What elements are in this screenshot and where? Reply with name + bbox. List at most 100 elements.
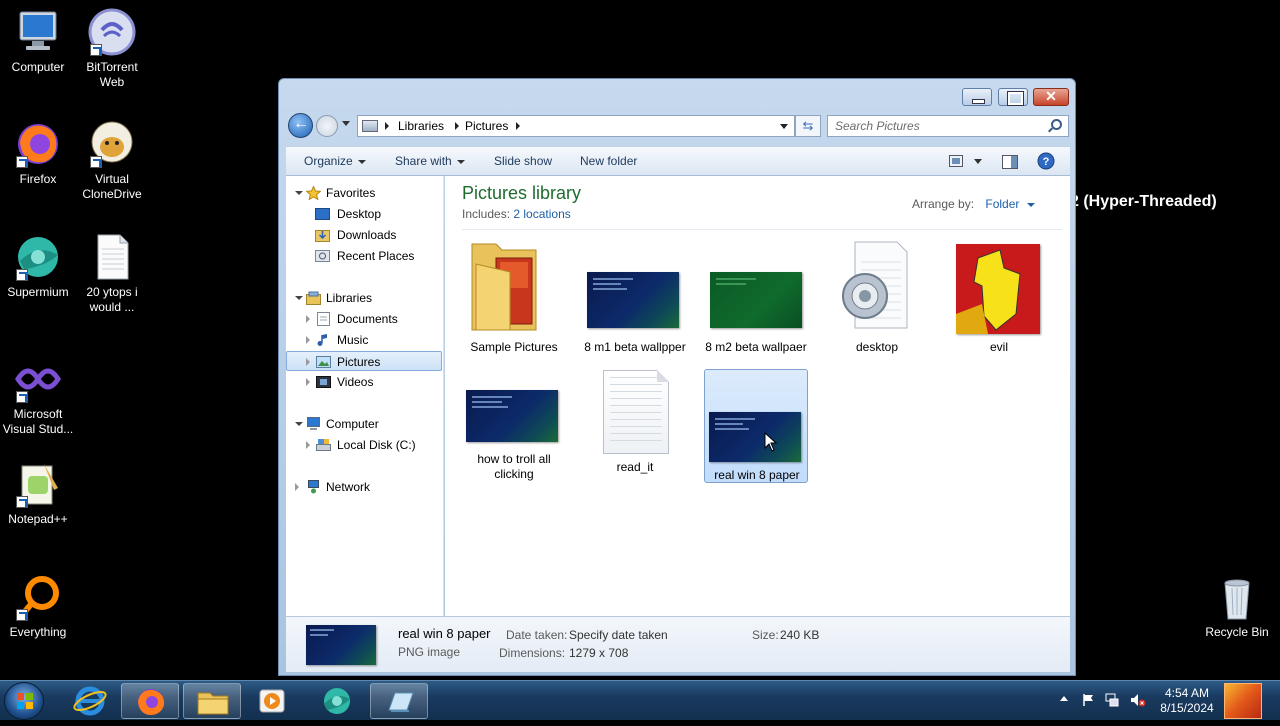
locations-link[interactable]: 2 locations: [513, 207, 570, 221]
shortcut-arrow-icon: [16, 391, 28, 403]
taskbar-firefox[interactable]: [121, 683, 179, 719]
expand-arrow-icon[interactable]: [306, 358, 310, 366]
expand-arrow-icon[interactable]: [295, 296, 303, 300]
more-options-icon[interactable]: [974, 159, 982, 164]
details-size-label: Size:: [752, 628, 779, 642]
taskbar-explorer[interactable]: [183, 683, 241, 719]
desktop-icon-computer[interactable]: Computer: [0, 8, 76, 75]
back-button[interactable]: [288, 113, 313, 138]
overlay-text: 2 (Hyper-Threaded): [1070, 193, 1217, 210]
network-tray-icon[interactable]: [1105, 693, 1119, 707]
desktop-icon-supermium[interactable]: Supermium: [0, 233, 76, 300]
search-box[interactable]: [827, 115, 1069, 137]
wallpaper-thumbnail: [709, 412, 801, 462]
close-button[interactable]: ✕: [1033, 88, 1069, 106]
forward-button[interactable]: [316, 115, 338, 137]
breadcrumb-libraries[interactable]: Libraries: [398, 119, 444, 133]
file-item-sample-pictures[interactable]: Sample Pictures: [462, 236, 566, 354]
show-hidden-icons-button[interactable]: [1060, 696, 1068, 701]
refresh-button[interactable]: ⇆: [795, 115, 821, 137]
change-view-icon[interactable]: [949, 155, 963, 170]
file-item-read-it[interactable]: read_it: [583, 368, 687, 482]
folder-icon: [197, 692, 229, 715]
location-icon: [362, 120, 378, 132]
chevron-down-icon[interactable]: [1026, 202, 1035, 207]
action-center-flag-icon[interactable]: [1082, 693, 1096, 707]
nav-network[interactable]: Network: [286, 477, 442, 497]
nav-music[interactable]: Music: [286, 330, 442, 350]
arrange-by-dropdown[interactable]: Folder: [985, 197, 1019, 211]
shortcut-arrow-icon: [16, 496, 28, 508]
expand-arrow-icon[interactable]: [306, 315, 310, 323]
search-icon[interactable]: [1051, 119, 1062, 130]
file-item-8-m1-beta-wallpper[interactable]: 8 m1 beta wallpper: [583, 236, 687, 354]
desktop-icon-firefox[interactable]: Firefox: [0, 120, 76, 187]
volume-muted-icon[interactable]: [1130, 693, 1146, 707]
file-item-evil[interactable]: evil: [947, 236, 1051, 354]
desktop-icon-notepadpp[interactable]: Notepad++: [0, 460, 76, 527]
start-button[interactable]: [4, 682, 44, 720]
maximize-button[interactable]: [998, 88, 1028, 106]
expand-arrow-icon[interactable]: [306, 378, 310, 386]
desktop-icon-virtual-clonedrive[interactable]: Virtual CloneDrive: [74, 120, 150, 202]
details-thumbnail: [306, 625, 376, 665]
desktop-icon-bittorrent-web[interactable]: BitTorrent Web: [74, 8, 150, 90]
details-dimensions-label: Dimensions:: [499, 646, 566, 660]
address-bar[interactable]: Libraries Pictures: [357, 115, 795, 137]
recent-pages-dropdown[interactable]: [342, 121, 350, 126]
address-dropdown-icon[interactable]: [780, 124, 788, 129]
documents-icon: [316, 312, 331, 326]
taskbar-supermium[interactable]: [307, 683, 365, 719]
chevron-right-icon: [385, 122, 389, 130]
new-folder-button[interactable]: New folder: [580, 154, 637, 168]
help-icon[interactable]: ?: [1037, 152, 1055, 173]
desktop-icon-text-file[interactable]: 20 ytops i would ...: [74, 233, 150, 315]
expand-arrow-icon[interactable]: [295, 483, 299, 491]
taskbar-media-player[interactable]: [243, 683, 301, 719]
organize-button[interactable]: Organize: [304, 154, 366, 168]
expand-arrow-icon[interactable]: [306, 336, 310, 344]
breadcrumb-pictures[interactable]: Pictures: [465, 119, 508, 133]
nav-pictures[interactable]: Pictures: [286, 351, 442, 371]
details-file-type: PNG image: [398, 645, 461, 659]
wallpaper-thumbnail: [587, 272, 679, 328]
nav-documents[interactable]: Documents: [286, 309, 442, 329]
details-date-label: Date taken:: [506, 628, 568, 642]
text-file-icon: [88, 233, 136, 281]
taskbar-internet-explorer[interactable]: [61, 683, 119, 719]
shortcut-arrow-icon: [16, 609, 28, 621]
slide-show-button[interactable]: Slide show: [494, 154, 552, 168]
share-with-button[interactable]: Share with: [395, 154, 465, 168]
desktop-icon-visual-studio[interactable]: Microsoft Visual Stud...: [0, 355, 76, 437]
file-item-8-m2-beta-wallpaer[interactable]: 8 m2 beta wallpaer: [704, 236, 808, 354]
system-clock[interactable]: 4:54 AM 8/15/2024: [1154, 686, 1220, 716]
network-icon: [306, 480, 321, 494]
minimize-button[interactable]: [962, 88, 992, 106]
desktop-icon-everything[interactable]: Everything: [0, 573, 76, 640]
taskbar-app-window[interactable]: [370, 683, 428, 719]
nav-desktop[interactable]: Desktop: [286, 204, 442, 224]
nav-videos[interactable]: Videos: [286, 372, 442, 392]
expand-arrow-icon[interactable]: [295, 191, 303, 195]
details-date-value[interactable]: Specify date taken: [569, 628, 668, 642]
computer-small-icon: [306, 417, 321, 431]
wallpaper-thumbnail: [466, 390, 558, 442]
preview-pane-icon[interactable]: [1002, 155, 1018, 172]
file-item-how-to-troll-all-clicking[interactable]: how to troll all clicking: [462, 368, 566, 482]
search-input[interactable]: [828, 116, 1043, 136]
expand-arrow-icon[interactable]: [295, 422, 303, 426]
nav-libraries[interactable]: Libraries: [286, 288, 442, 308]
nav-favorites[interactable]: Favorites: [286, 183, 442, 203]
nav-recent-places[interactable]: Recent Places: [286, 246, 442, 266]
expand-arrow-icon[interactable]: [306, 441, 310, 449]
internet-explorer-icon: [73, 686, 107, 716]
show-desktop-button[interactable]: [1224, 683, 1262, 719]
nav-downloads[interactable]: Downloads: [286, 225, 442, 245]
nav-local-disk[interactable]: Local Disk (C:): [286, 435, 442, 455]
file-item-real-win-8-paper[interactable]: real win 8 paper: [704, 369, 808, 483]
nav-computer[interactable]: Computer: [286, 414, 442, 434]
chevron-right-icon: [516, 122, 520, 130]
desktop-icon-recycle-bin[interactable]: Recycle Bin: [1199, 573, 1275, 640]
computer-icon: [14, 8, 62, 56]
file-item-desktop[interactable]: desktop: [825, 236, 929, 354]
